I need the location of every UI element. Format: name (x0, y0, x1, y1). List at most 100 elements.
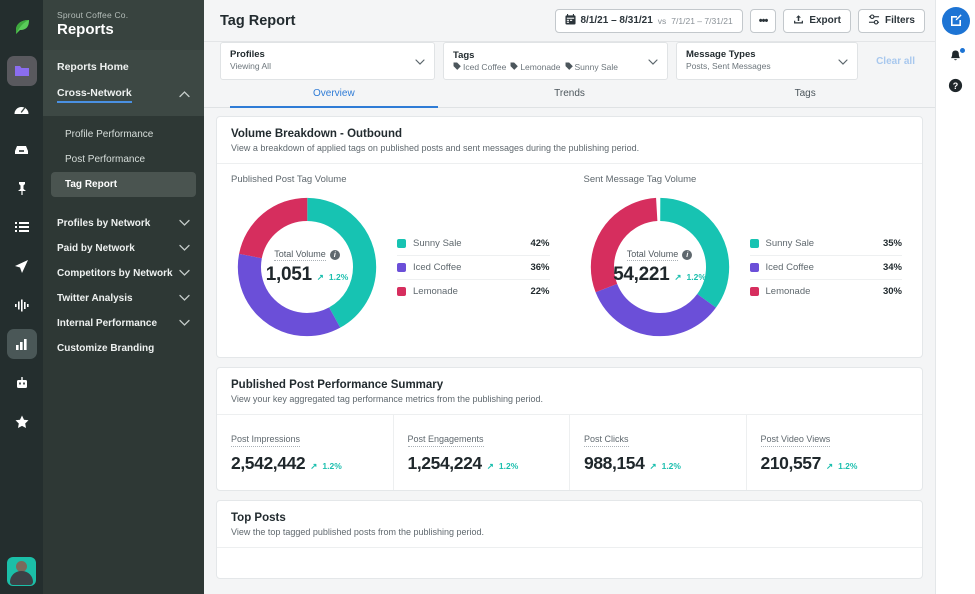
metrics-row: Post Impressions 2,542,442 ↗ 1.2% Post E… (217, 415, 922, 490)
metric-value: 988,154 (584, 453, 644, 474)
export-button[interactable]: Export (783, 9, 851, 33)
report-content: Volume Breakdown - Outbound View a break… (204, 108, 935, 594)
sidebar-group-competitors-by-network[interactable]: Competitors by Network (43, 261, 204, 286)
sidebar-item-label: Post Performance (65, 154, 145, 165)
card-subtitle: View a breakdown of applied tags on publ… (231, 143, 908, 153)
page-title: Tag Report (220, 13, 295, 29)
profiles-filter[interactable]: Profiles Viewing All (220, 42, 435, 80)
legend-value: 36% (530, 262, 549, 273)
total-volume-row: Total Volume i (627, 249, 693, 261)
sidebar-item-label: Profile Performance (65, 129, 153, 140)
legend-item[interactable]: Iced Coffee 36% (397, 256, 550, 280)
sidebar-item-post-performance[interactable]: Post Performance (51, 147, 196, 172)
avatar[interactable] (7, 557, 36, 586)
topbar-actions: 8/1/21 – 8/31/21 vs 7/1/21 – 7/31/21 •••… (555, 9, 926, 33)
metric-label[interactable]: Post Impressions (231, 434, 300, 447)
metric-value-row: 210,557 ↗ 1.2% (761, 453, 909, 474)
sidebar-group-profiles-by-network[interactable]: Profiles by Network (43, 211, 204, 236)
send-paper-plane-icon[interactable] (7, 251, 37, 281)
trend-up-arrow-icon: ↗ (674, 272, 681, 283)
upload-export-icon (793, 14, 804, 28)
tags-filter[interactable]: Tags Iced Coffee Lemonade (443, 42, 668, 80)
metric-value: 210,557 (761, 453, 821, 474)
metric-label[interactable]: Post Clicks (584, 434, 629, 447)
sidebar-item-customize-branding[interactable]: Customize Branding (43, 336, 204, 361)
sidebar-group-twitter-analysis[interactable]: Twitter Analysis (43, 286, 204, 311)
legend-item[interactable]: Iced Coffee 34% (750, 256, 903, 280)
chart-legend: Sunny Sale 42% Iced Coffee 36% (397, 232, 556, 303)
bot-icon[interactable] (7, 368, 37, 398)
top-posts-header: Top Posts View the top tagged published … (217, 501, 922, 548)
sidebar-item-tag-report[interactable]: Tag Report (51, 172, 196, 197)
legend-item[interactable]: Sunny Sale 35% (750, 232, 903, 256)
legend-value: 42% (530, 238, 549, 249)
sidebar-header: Sprout Coffee Co. Reports (43, 0, 204, 50)
sidebar-title: Reports (57, 21, 190, 38)
metric-value-row: 988,154 ↗ 1.2% (584, 453, 732, 474)
card-title: Top Posts (231, 512, 908, 524)
filters-button[interactable]: Filters (858, 9, 925, 33)
legend-item[interactable]: Lemonade 30% (750, 280, 903, 303)
date-range-button[interactable]: 8/1/21 – 8/31/21 vs 7/1/21 – 7/31/21 (555, 9, 743, 33)
sidebar-item-reports-home[interactable]: Reports Home (43, 54, 204, 80)
sidebar-item-cross-network[interactable]: Cross-Network (43, 80, 204, 110)
metric-label[interactable]: Post Video Views (761, 434, 831, 447)
avatar-body (10, 571, 33, 585)
donut-chart[interactable]: Total Volume i 54,221 ↗ 1.2% (584, 191, 736, 343)
legend-value: 22% (530, 286, 549, 297)
more-options-button[interactable]: ••• (750, 9, 777, 33)
chart-caption: Sent Message Tag Volume (584, 174, 909, 185)
tag-icon (453, 62, 461, 72)
help-question-icon[interactable]: ? (948, 78, 963, 93)
donut-chart[interactable]: Total Volume i 1,051 ↗ 1.2% (231, 191, 383, 343)
tab-overview[interactable]: Overview (216, 80, 452, 107)
publishing-pin-icon[interactable] (7, 173, 37, 203)
total-volume-label: Total Volume (627, 249, 679, 261)
pulse-icon[interactable] (7, 290, 37, 320)
legend-item[interactable]: Lemonade 22% (397, 280, 550, 303)
sent-message-tag-volume-block: Sent Message Tag Volume T (570, 174, 923, 343)
sidebar-item-profile-performance[interactable]: Profile Performance (51, 122, 196, 147)
metric-label[interactable]: Post Engagements (408, 434, 484, 447)
metric-delta: 1.2% (838, 461, 857, 471)
chevron-down-icon (409, 52, 425, 70)
tab-tags[interactable]: Tags (687, 80, 923, 107)
chevron-down-icon (179, 318, 190, 329)
bell-notifications-icon[interactable] (948, 49, 963, 64)
sidebar-group-label: Paid by Network (57, 243, 135, 254)
tag-chip: Iced Coffee (453, 62, 506, 72)
sidebar-group-paid-by-network[interactable]: Paid by Network (43, 236, 204, 261)
tab-bar: Overview Trends Tags (204, 80, 935, 108)
folder-icon[interactable] (7, 56, 37, 86)
chevron-up-icon (179, 89, 190, 101)
metric-delta: 1.2% (322, 461, 341, 471)
info-icon[interactable]: i (330, 250, 340, 260)
message-types-filter[interactable]: Message Types Posts, Sent Messages (676, 42, 858, 80)
metric-delta: 1.2% (499, 461, 518, 471)
sidebar-group-label: Twitter Analysis (57, 293, 133, 304)
star-icon[interactable] (7, 407, 37, 437)
sidebar-group-internal-performance[interactable]: Internal Performance (43, 311, 204, 336)
inbox-icon[interactable] (7, 134, 37, 164)
total-volume-value-row: 54,221 ↗ 1.2% (613, 264, 706, 286)
legend-item[interactable]: Sunny Sale 42% (397, 232, 550, 256)
sidebar-item-label: Cross-Network (57, 87, 132, 103)
tab-trends[interactable]: Trends (452, 80, 688, 107)
dashboard-speedometer-icon[interactable] (7, 95, 37, 125)
sprout-leaf-logo[interactable] (7, 12, 37, 42)
donut-center-label: Total Volume i 54,221 ↗ 1.2% (584, 191, 736, 343)
top-posts-body (217, 548, 922, 578)
sidebar-top-links: Reports Home Cross-Network (43, 50, 204, 116)
clear-all-button[interactable]: Clear all (866, 42, 925, 80)
reports-bar-chart-icon[interactable] (7, 329, 37, 359)
card-title: Volume Breakdown - Outbound (231, 128, 908, 140)
trend-up-arrow-icon: ↗ (487, 461, 494, 472)
donut-center-label: Total Volume i 1,051 ↗ 1.2% (231, 191, 383, 343)
total-volume-value-row: 1,051 ↗ 1.2% (266, 264, 349, 286)
topbar: Tag Report 8/1/21 – 8/31/21 vs 7/1/21 – … (204, 0, 935, 42)
tab-label: Overview (313, 88, 355, 99)
info-icon[interactable]: i (682, 250, 692, 260)
listening-list-icon[interactable] (7, 212, 37, 242)
compose-edit-icon[interactable] (942, 7, 970, 35)
date-compare-value: 7/1/21 – 7/31/21 (671, 16, 732, 26)
